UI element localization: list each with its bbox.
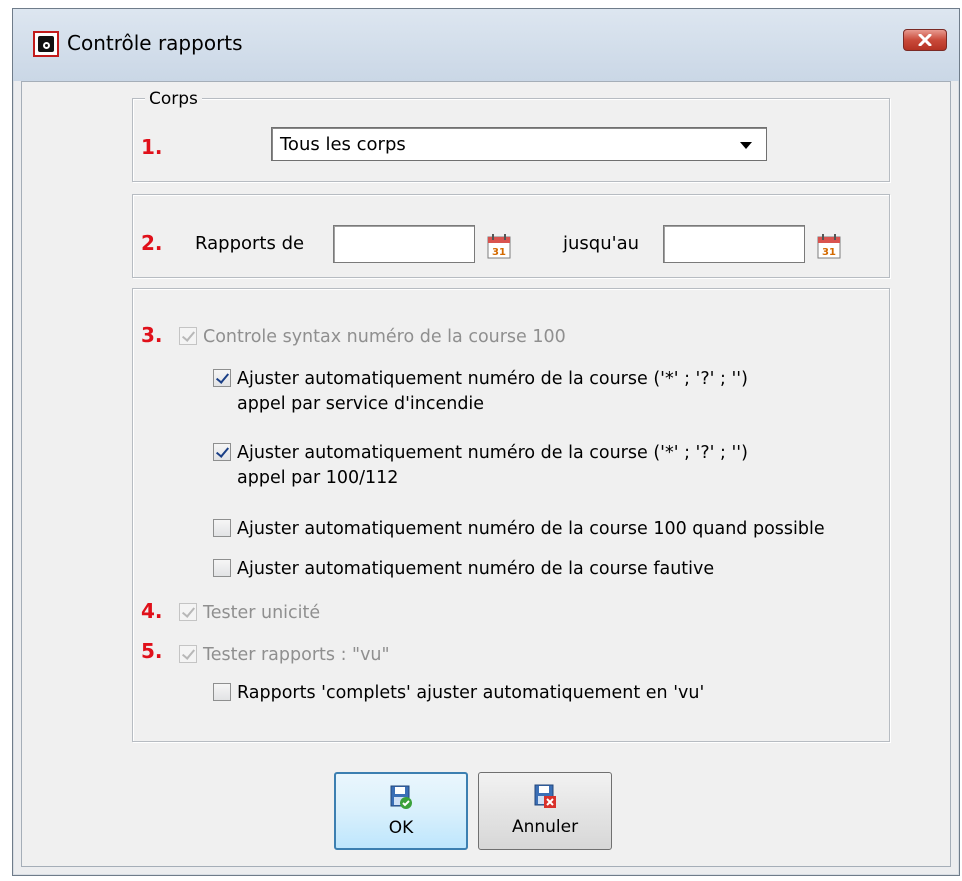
ok-button-label: OK [388, 818, 414, 838]
seen-label: Tester rapports : "vu" [203, 645, 390, 665]
step-number-4: 4. [141, 599, 163, 623]
from-label: Rapports de [195, 233, 305, 254]
adjust-112-label: Ajuster automatiquement numéro de la cou… [237, 443, 748, 488]
adjust-fire-label: Ajuster automatiquement numéro de la cou… [237, 369, 748, 414]
adjust-faulty-checkbox[interactable] [213, 559, 231, 577]
window-title: Contrôle rapports [67, 31, 243, 55]
adjust-fire-row[interactable]: Ajuster automatiquement numéro de la cou… [213, 367, 748, 417]
adjust-faulty-row[interactable]: Ajuster automatiquement numéro de la cou… [213, 557, 714, 582]
syntax-check-row[interactable]: Controle syntax numéro de la course 100 [179, 325, 566, 350]
seen-check-row[interactable]: Tester rapports : "vu" [179, 643, 390, 668]
checks-group: 3. Controle syntax numéro de la course 1… [132, 288, 890, 742]
to-label: jusqu'au [563, 233, 640, 254]
complete-seen-row[interactable]: Rapports 'complets' ajuster automatiquem… [213, 681, 704, 706]
corps-legend: Corps [145, 89, 202, 109]
syntax-label: Controle syntax numéro de la course 100 [203, 327, 566, 347]
save-ok-icon [390, 785, 412, 809]
seen-checkbox[interactable] [179, 645, 197, 663]
chevron-down-icon [740, 142, 752, 149]
adjust-100-label: Ajuster automatiquement numéro de la cou… [237, 519, 825, 539]
svg-text:31: 31 [492, 247, 506, 258]
cancel-button-label: Annuler [511, 817, 579, 837]
title-bar[interactable]: Contrôle rapports [13, 9, 959, 81]
complete-seen-checkbox[interactable] [213, 683, 231, 701]
syntax-checkbox[interactable] [179, 327, 197, 345]
close-icon [918, 34, 932, 46]
step-number-1: 1. [141, 135, 163, 159]
adjust-112-row[interactable]: Ajuster automatiquement numéro de la cou… [213, 441, 748, 491]
save-cancel-icon [534, 784, 556, 808]
app-logo-icon [33, 31, 59, 57]
cancel-button[interactable]: Annuler [478, 772, 612, 850]
corps-group: Corps 1. Tous les corps [132, 89, 890, 182]
dialog-body: Corps 1. Tous les corps 2. Rapports de 3… [21, 81, 951, 867]
corps-select-value: Tous les corps [280, 134, 406, 155]
step-number-5: 5. [141, 639, 163, 663]
ok-button[interactable]: OK [334, 772, 468, 850]
unique-check-row[interactable]: Tester unicité [179, 601, 320, 626]
step-number-3: 3. [141, 323, 163, 347]
step-number-2: 2. [141, 231, 163, 255]
to-date-field[interactable] [663, 225, 805, 263]
complete-seen-label: Rapports 'complets' ajuster automatiquem… [237, 683, 705, 703]
calendar-icon[interactable]: 31 [487, 233, 511, 259]
unique-label: Tester unicité [203, 603, 321, 623]
close-button[interactable] [903, 29, 947, 51]
period-group: 2. Rapports de 31 jusqu'au 31 [132, 194, 890, 278]
svg-text:31: 31 [822, 247, 836, 258]
from-date-field[interactable] [333, 225, 475, 263]
unique-checkbox[interactable] [179, 603, 197, 621]
adjust-faulty-label: Ajuster automatiquement numéro de la cou… [237, 559, 715, 579]
corps-select[interactable]: Tous les corps [271, 127, 767, 161]
adjust-100-checkbox[interactable] [213, 519, 231, 537]
dialog-window: Contrôle rapports Corps 1. Tous les corp… [12, 8, 960, 876]
adjust-112-checkbox[interactable] [213, 443, 231, 461]
adjust-100-row[interactable]: Ajuster automatiquement numéro de la cou… [213, 517, 825, 542]
calendar-icon[interactable]: 31 [817, 233, 841, 259]
adjust-fire-checkbox[interactable] [213, 369, 231, 387]
